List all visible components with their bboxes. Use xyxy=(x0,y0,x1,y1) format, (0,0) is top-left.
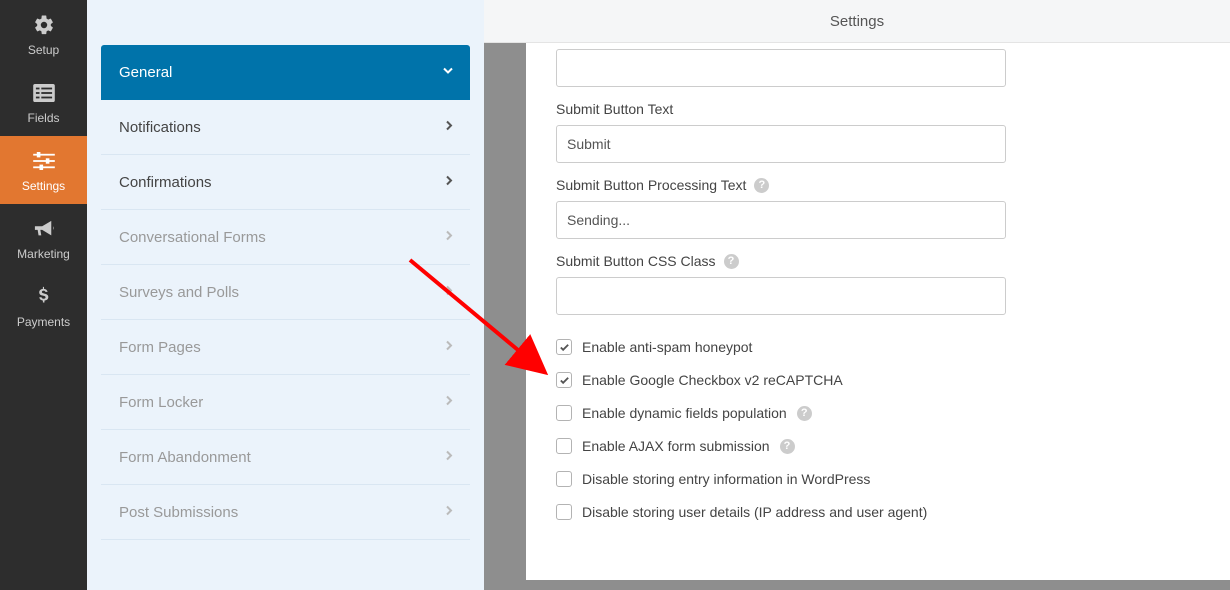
recaptcha-label: Enable Google Checkbox v2 reCAPTCHA xyxy=(582,372,843,388)
help-icon[interactable]: ? xyxy=(754,178,769,193)
header-bar: Settings xyxy=(484,0,1230,43)
disable-user-checkbox[interactable] xyxy=(556,504,572,520)
chevron-right-icon xyxy=(444,210,454,265)
settings-nav-confirmations[interactable]: Confirmations xyxy=(101,155,470,210)
settings-nav-post-submissions[interactable]: Post Submissions xyxy=(101,485,470,540)
primary-sidebar: Setup Fields Settings Marketing Payments xyxy=(0,0,87,590)
settings-nav-label: Post Submissions xyxy=(119,504,238,521)
anti-spam-label: Enable anti-spam honeypot xyxy=(582,339,752,355)
settings-nav-label: Form Locker xyxy=(119,394,203,411)
sidebar-label-marketing: Marketing xyxy=(17,247,70,261)
sidebar-item-marketing[interactable]: Marketing xyxy=(0,204,87,272)
gear-icon xyxy=(33,11,55,39)
ajax-label: Enable AJAX form submission xyxy=(582,438,770,454)
sidebar-label-setup: Setup xyxy=(28,43,59,57)
settings-panel-sidebar: General Notifications Confirmations Conv… xyxy=(87,0,484,590)
sidebar-item-settings[interactable]: Settings xyxy=(0,136,87,204)
settings-nav-notifications[interactable]: Notifications xyxy=(101,100,470,155)
settings-nav-label: Form Pages xyxy=(119,339,201,356)
sidebar-label-fields: Fields xyxy=(27,111,59,125)
ajax-checkbox[interactable] xyxy=(556,438,572,454)
prev-field-input[interactable] xyxy=(556,49,1006,87)
submit-button-processing-text-input[interactable] xyxy=(556,201,1006,239)
chevron-right-icon xyxy=(444,155,454,210)
page-title: Settings xyxy=(830,13,884,30)
content-panel: Submit Button Text Submit Button Process… xyxy=(526,43,1230,580)
chevron-down-icon xyxy=(442,45,454,100)
sidebar-label-settings: Settings xyxy=(22,179,65,193)
settings-nav-label: Confirmations xyxy=(119,174,212,191)
settings-nav-label: Surveys and Polls xyxy=(119,284,239,301)
help-icon[interactable]: ? xyxy=(797,406,812,421)
dollar-icon xyxy=(36,283,52,311)
sidebar-item-setup[interactable]: Setup xyxy=(0,0,87,68)
submit-button-text-label: Submit Button Text xyxy=(556,101,1200,117)
settings-nav-form-abandonment[interactable]: Form Abandonment xyxy=(101,430,470,485)
help-icon[interactable]: ? xyxy=(724,254,739,269)
sidebar-item-fields[interactable]: Fields xyxy=(0,68,87,136)
submit-button-css-class-label: Submit Button CSS Class xyxy=(556,253,716,269)
settings-nav-label: General xyxy=(119,64,172,81)
chevron-right-icon xyxy=(444,485,454,540)
help-icon[interactable]: ? xyxy=(780,439,795,454)
settings-nav-general[interactable]: General xyxy=(101,45,470,100)
submit-button-text-input[interactable] xyxy=(556,125,1006,163)
settings-nav-surveys-and-polls[interactable]: Surveys and Polls xyxy=(101,265,470,320)
recaptcha-checkbox[interactable] xyxy=(556,372,572,388)
main-area: Settings Submit Button Text Submit Butto… xyxy=(484,0,1230,590)
sliders-icon xyxy=(33,147,55,175)
settings-nav-label: Conversational Forms xyxy=(119,229,266,246)
dynamic-fields-label: Enable dynamic fields population xyxy=(582,405,787,421)
chevron-right-icon xyxy=(444,375,454,430)
bullhorn-icon xyxy=(33,215,55,243)
settings-nav-conversational-forms[interactable]: Conversational Forms xyxy=(101,210,470,265)
disable-entry-label: Disable storing entry information in Wor… xyxy=(582,471,870,487)
chevron-right-icon xyxy=(444,265,454,320)
disable-entry-checkbox[interactable] xyxy=(556,471,572,487)
submit-button-processing-text-label: Submit Button Processing Text xyxy=(556,177,746,193)
chevron-right-icon xyxy=(444,100,454,155)
sidebar-label-payments: Payments xyxy=(17,315,70,329)
chevron-right-icon xyxy=(444,320,454,375)
submit-button-css-class-input[interactable] xyxy=(556,277,1006,315)
settings-nav-form-locker[interactable]: Form Locker xyxy=(101,375,470,430)
dynamic-fields-checkbox[interactable] xyxy=(556,405,572,421)
chevron-right-icon xyxy=(444,430,454,485)
settings-nav-label: Notifications xyxy=(119,119,201,136)
anti-spam-checkbox[interactable] xyxy=(556,339,572,355)
sidebar-item-payments[interactable]: Payments xyxy=(0,272,87,340)
settings-nav-label: Form Abandonment xyxy=(119,449,251,466)
disable-user-label: Disable storing user details (IP address… xyxy=(582,504,927,520)
list-icon xyxy=(33,79,55,107)
settings-nav-form-pages[interactable]: Form Pages xyxy=(101,320,470,375)
